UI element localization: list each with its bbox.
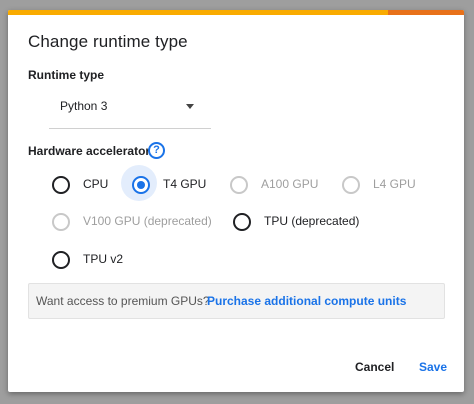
radio-icon[interactable]: [52, 251, 70, 269]
option-label: CPU: [83, 177, 109, 191]
change-runtime-dialog: Change runtime type Runtime type Python …: [8, 10, 464, 392]
help-icon[interactable]: ?: [148, 142, 165, 159]
radio-icon: [52, 213, 70, 231]
premium-gpu-banner: Want access to premium GPUs? Purchase ad…: [28, 283, 445, 319]
option-label: V100 GPU (deprecated): [83, 214, 212, 228]
hardware-accelerator-label: Hardware accelerator: [28, 144, 151, 158]
runtime-type-select[interactable]: Python 3: [49, 92, 211, 129]
dropdown-arrow-icon: [186, 104, 194, 109]
runtime-type-value: Python 3: [60, 99, 108, 113]
purchase-compute-link[interactable]: Purchase additional compute units: [207, 294, 406, 308]
radio-icon: [342, 176, 360, 194]
option-label: L4 GPU: [373, 177, 416, 191]
option-label: T4 GPU: [163, 177, 207, 191]
option-label: A100 GPU: [261, 177, 319, 191]
radio-selected-icon[interactable]: [132, 176, 150, 194]
radio-icon[interactable]: [233, 213, 251, 231]
option-label: TPU v2: [83, 252, 124, 266]
save-button[interactable]: Save: [419, 360, 447, 374]
top-color-bar-end: [388, 10, 464, 15]
dialog-title: Change runtime type: [28, 32, 188, 51]
cancel-button[interactable]: Cancel: [355, 360, 394, 374]
promo-text: Want access to premium GPUs?: [36, 294, 210, 308]
runtime-type-label: Runtime type: [28, 68, 105, 82]
radio-icon: [230, 176, 248, 194]
option-label: TPU (deprecated): [264, 214, 360, 228]
radio-icon[interactable]: [52, 176, 70, 194]
radio-dot: [137, 181, 145, 189]
